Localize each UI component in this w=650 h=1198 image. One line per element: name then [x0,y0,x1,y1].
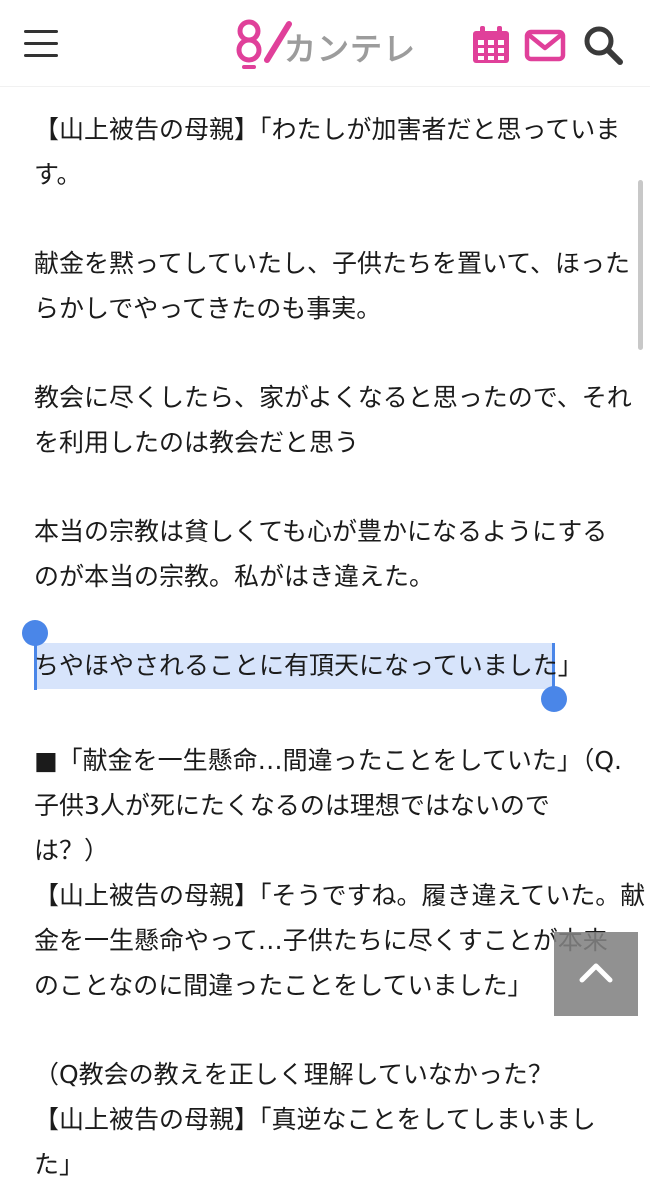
calendar-icon[interactable] [470,24,512,66]
article-line: 献金を黙ってしていたし、子供たちを置いて、ほった [34,249,631,278]
logo-mark-icon [236,19,292,69]
article-line: のことなのに間違ったことをしていました」 [34,971,533,1000]
article-line: 子供3人が死にたくなるのは理想ではないので [34,791,550,820]
page-scrollbar[interactable] [638,180,643,350]
site-logo[interactable]: カンテレ [232,16,422,72]
article-line: らかしでやってきたのも事実。 [34,294,382,323]
selection-start-handle[interactable] [22,620,48,646]
article-line: 金を一生懸命やって…子供たちに尽くすことが本来 [34,926,608,955]
selection-end-handle[interactable] [541,686,567,712]
scroll-to-top-button[interactable] [554,932,638,1016]
mail-icon[interactable] [524,24,566,66]
article-line: ■「献金を一生懸命…間違ったことをしていた」（Q. [34,746,622,775]
article-line: す。 [34,160,82,189]
article-line: 本当の宗教は貧しくても心が豊かになるようにする [34,517,608,546]
article-line: を利用したのは教会だと思う [34,428,360,457]
article-line: （Q教会の教えを正しく理解していなかった？ [34,1060,553,1089]
chevron-up-icon [579,963,613,983]
article-line: のが本当の宗教。私がはき違えた。 [34,562,435,591]
article-line: 【山上被告の母親】「真逆なことをしてしまいまし [34,1105,596,1134]
site-header: カンテレ [0,0,650,87]
article-line: た」 [34,1150,85,1179]
selected-text-line: ちやほやされることに有頂天になっていました」 [34,651,583,680]
logo-text: カンテレ [284,30,417,68]
article-line: 教会に尽くしたら、家がよくなると思ったので、それ [34,383,632,412]
search-icon[interactable] [582,24,624,66]
article-line: 【山上被告の母親】「そうですね。履き違えていた。献 [34,881,646,910]
article-line: 【山上被告の母親】「わたしが加害者だと思っていま [34,115,621,144]
article-line: は？） [34,836,110,865]
hamburger-menu-icon[interactable] [24,28,60,62]
